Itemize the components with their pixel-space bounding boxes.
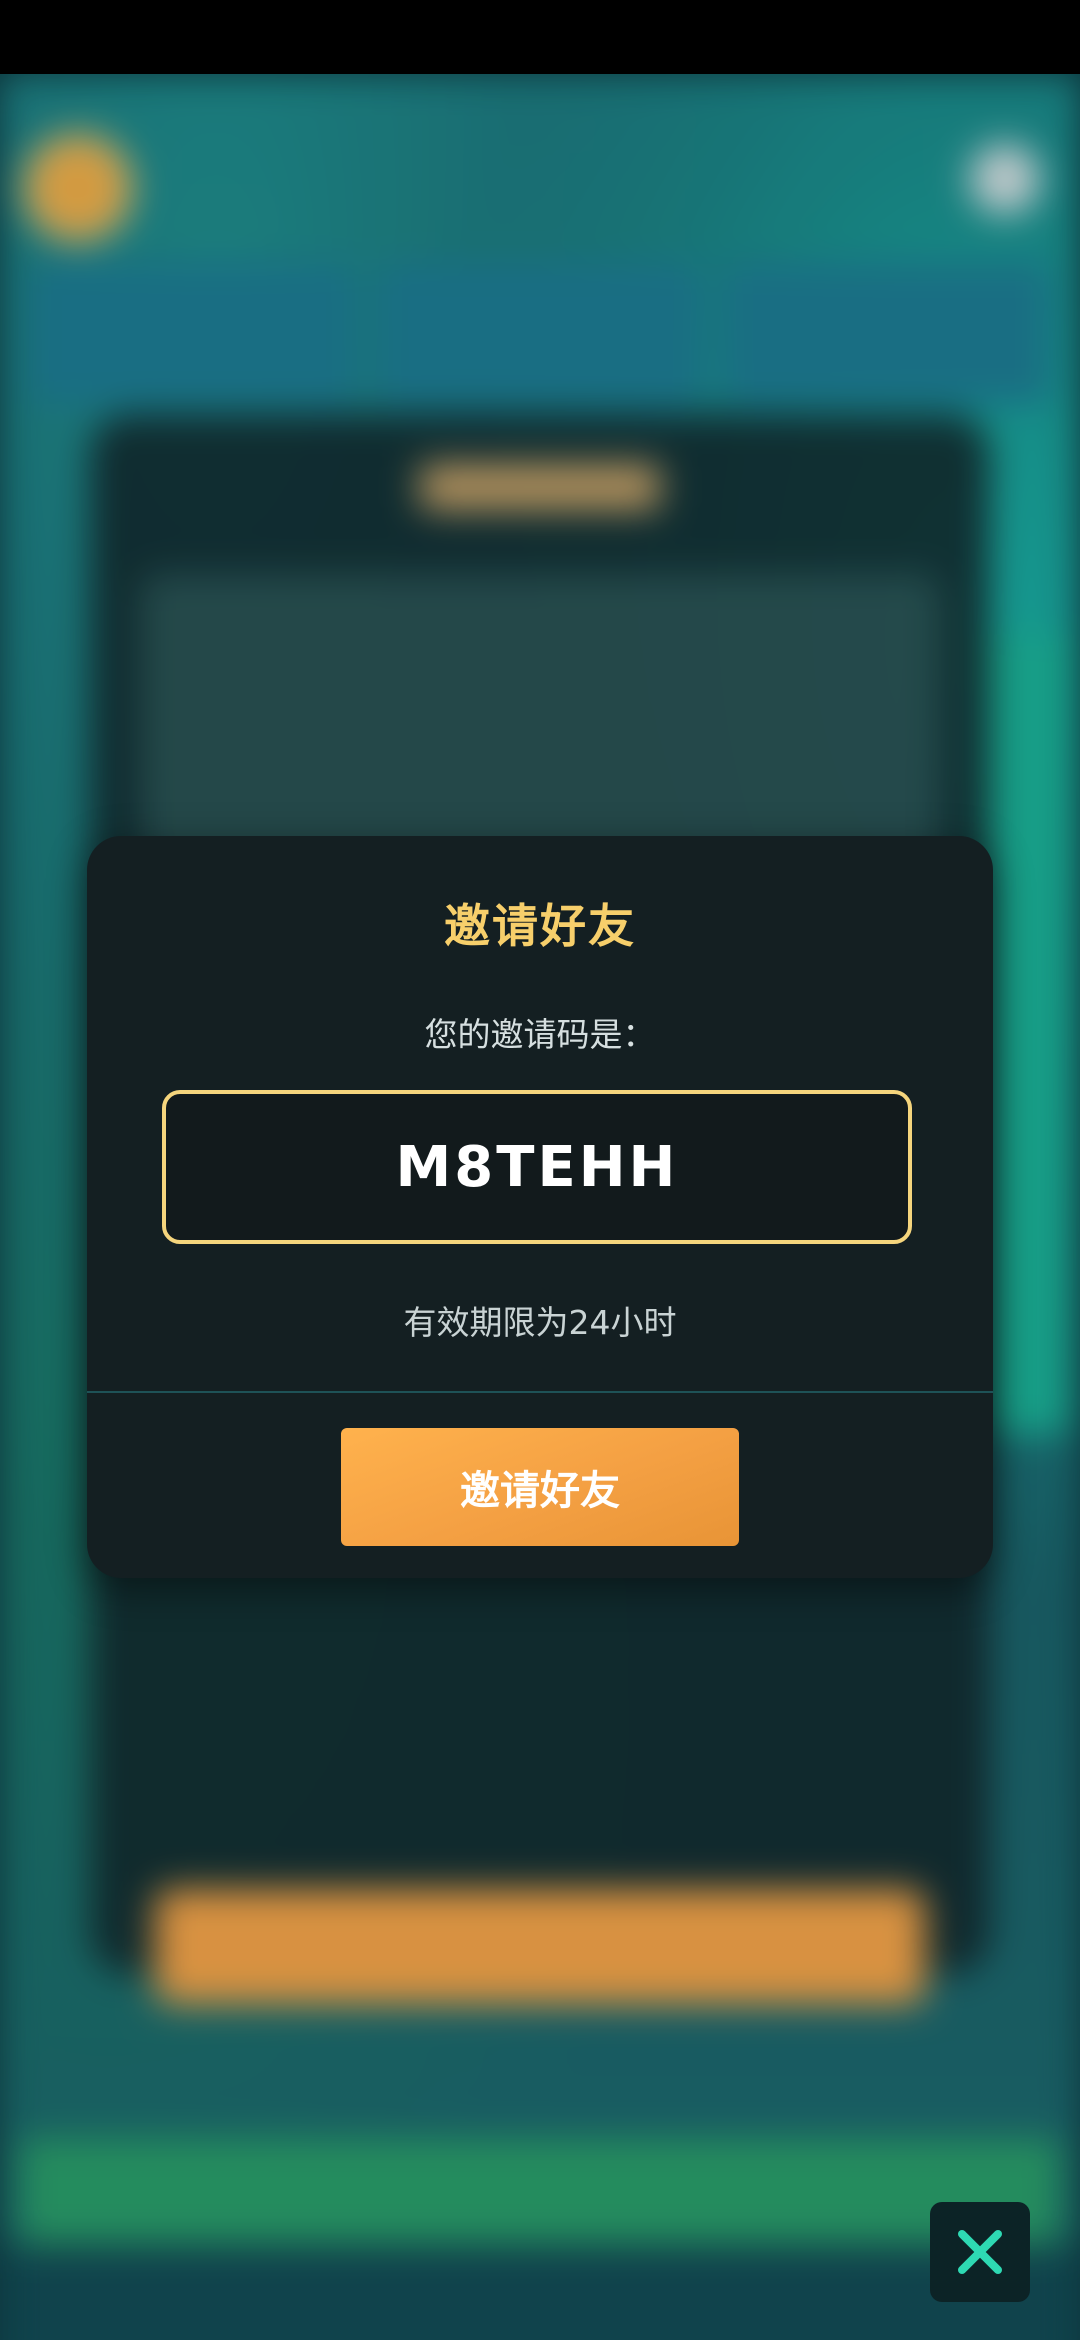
screen: 邀请好友 您的邀请码是： M8TEHH 有效期限为24小时 邀请好友 [0, 0, 1080, 2340]
modal-title: 邀请好友 [444, 899, 636, 953]
invite-friends-modal: 邀请好友 您的邀请码是： M8TEHH 有效期限为24小时 邀请好友 [87, 836, 993, 1578]
invite-code-box[interactable]: M8TEHH [162, 1090, 912, 1244]
close-icon [958, 2230, 1002, 2274]
invite-code-label: 您的邀请码是： [424, 1015, 656, 1054]
invite-code: M8TEHH [395, 1134, 679, 1200]
divider [87, 1391, 993, 1393]
validity-text: 有效期限为24小时 [403, 1303, 677, 1342]
invite-friends-button[interactable]: 邀请好友 [341, 1428, 739, 1546]
close-button[interactable] [930, 2202, 1030, 2302]
status-bar [0, 0, 1080, 74]
